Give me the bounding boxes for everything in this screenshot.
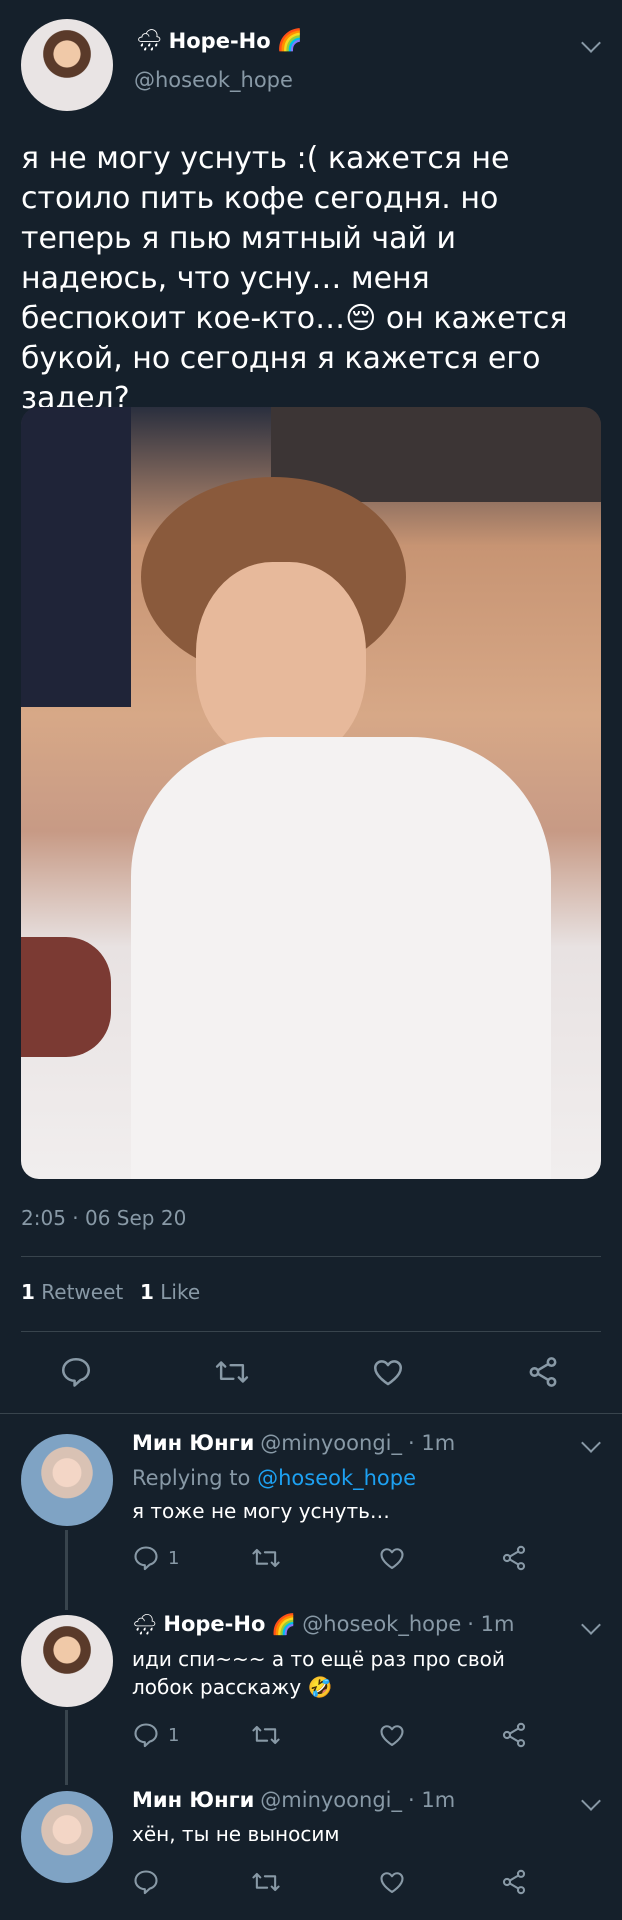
retweet-button[interactable] bbox=[213, 1355, 251, 1389]
like-icon bbox=[373, 1360, 403, 1386]
photo-window-dark bbox=[21, 407, 131, 707]
photo-face bbox=[196, 562, 366, 762]
divider bbox=[21, 1256, 601, 1257]
reply-count: 1 bbox=[168, 1724, 180, 1746]
likes-count: 1 bbox=[140, 1280, 154, 1304]
tweet-text: я не могу уснуть :( кажется не стоило пи… bbox=[21, 141, 568, 416]
divider bbox=[0, 1413, 622, 1414]
reply-author-name[interactable]: Мин Юнги bbox=[132, 1431, 254, 1455]
reply-author-name[interactable]: Мин Юнги bbox=[132, 1788, 254, 1812]
like-icon bbox=[380, 1548, 404, 1569]
reply-time[interactable]: · 1m bbox=[408, 1788, 455, 1812]
weather-emoji: 🌧 bbox=[132, 1612, 158, 1636]
retweet-icon bbox=[252, 1548, 280, 1568]
reply-button[interactable]: 1 bbox=[132, 1721, 179, 1749]
reply-text: иди спи~~~ а то ещё раз про свой лобок р… bbox=[132, 1647, 505, 1699]
chevron-down-icon[interactable] bbox=[581, 1433, 601, 1453]
reply-button[interactable] bbox=[59, 1355, 93, 1389]
reply-author-handle[interactable]: @hoseok_hope bbox=[302, 1612, 461, 1636]
share-icon bbox=[502, 1545, 526, 1571]
like-button[interactable] bbox=[377, 1868, 407, 1900]
like-button[interactable] bbox=[377, 1721, 407, 1753]
author-name: Hope-Ho bbox=[168, 28, 271, 53]
photo-robe bbox=[131, 737, 551, 1179]
like-button[interactable] bbox=[370, 1355, 406, 1389]
share-button[interactable] bbox=[500, 1721, 528, 1753]
rainbow-emoji: 🌈 bbox=[276, 28, 303, 52]
reply-button[interactable]: 1 bbox=[132, 1544, 179, 1572]
chevron-down-icon[interactable] bbox=[581, 1615, 601, 1635]
like-button[interactable] bbox=[377, 1544, 407, 1576]
retweet-icon bbox=[252, 1725, 280, 1745]
author-name-row[interactable]: 🌧 Hope-Ho 🌈 bbox=[136, 28, 303, 53]
reply-actions: 1 bbox=[132, 1544, 532, 1578]
like-icon bbox=[380, 1872, 404, 1893]
reply-avatar[interactable] bbox=[21, 1615, 113, 1707]
reply-actions bbox=[132, 1868, 532, 1902]
reply-header: Мин Юнги @minyoongi_ · 1m bbox=[132, 1788, 455, 1812]
retweet-button[interactable] bbox=[250, 1544, 282, 1576]
likes-stat[interactable]: 1 Like bbox=[140, 1280, 200, 1304]
retweets-count: 1 bbox=[21, 1280, 35, 1304]
reply-header: Мин Юнги @minyoongi_ · 1m bbox=[132, 1431, 455, 1455]
reply-time[interactable]: · 1m bbox=[467, 1612, 514, 1636]
thread-line bbox=[65, 1710, 68, 1785]
reply-text: я тоже не могу уснуть… bbox=[132, 1499, 390, 1523]
author-handle[interactable]: @hoseok_hope bbox=[134, 68, 293, 92]
reply-text: хён, ты не выносим bbox=[132, 1822, 340, 1846]
share-icon bbox=[502, 1869, 526, 1895]
share-button[interactable] bbox=[500, 1868, 528, 1900]
reply-author-handle[interactable]: @minyoongi_ bbox=[260, 1788, 402, 1812]
retweet-icon bbox=[215, 1361, 249, 1383]
reply-author-name[interactable]: Hope-Ho bbox=[163, 1612, 265, 1636]
replying-to: Replying to @hoseok_hope bbox=[132, 1466, 416, 1490]
reply-author-handle[interactable]: @minyoongi_ bbox=[260, 1431, 402, 1455]
reply-icon bbox=[134, 1723, 158, 1748]
divider bbox=[21, 1331, 601, 1332]
share-icon bbox=[529, 1357, 557, 1387]
author-avatar[interactable] bbox=[21, 19, 113, 111]
weather-emoji: 🌧 bbox=[136, 28, 163, 52]
reply-header: 🌧 Hope-Ho 🌈 @hoseok_hope · 1m bbox=[132, 1612, 514, 1636]
rainbow-emoji: 🌈 bbox=[271, 1612, 297, 1636]
tweet-photo[interactable] bbox=[21, 407, 601, 1179]
reply-avatar[interactable] bbox=[21, 1434, 113, 1526]
reply-actions: 1 bbox=[132, 1721, 532, 1755]
photo-cup bbox=[21, 937, 111, 1057]
chevron-down-icon[interactable] bbox=[581, 1791, 601, 1811]
reply-icon bbox=[134, 1546, 158, 1571]
retweet-button[interactable] bbox=[250, 1721, 282, 1753]
reply-time[interactable]: · 1m bbox=[408, 1431, 455, 1455]
thread-line bbox=[65, 1530, 68, 1610]
likes-label: Like bbox=[160, 1280, 201, 1304]
share-button[interactable] bbox=[526, 1355, 560, 1389]
retweet-button[interactable] bbox=[250, 1868, 282, 1900]
share-button[interactable] bbox=[500, 1544, 528, 1576]
reply-button[interactable] bbox=[132, 1868, 160, 1900]
reply-count: 1 bbox=[168, 1547, 180, 1569]
reply-avatar[interactable] bbox=[21, 1791, 113, 1883]
like-icon bbox=[380, 1725, 404, 1746]
reply-icon bbox=[134, 1870, 158, 1895]
tweet-timestamp[interactable]: 2:05 · 06 Sep 20 bbox=[21, 1206, 186, 1230]
share-icon bbox=[502, 1722, 526, 1748]
retweets-label: Retweet bbox=[41, 1280, 124, 1304]
retweet-icon bbox=[252, 1872, 280, 1892]
chevron-down-icon[interactable] bbox=[581, 33, 601, 53]
reply-icon bbox=[61, 1357, 91, 1387]
retweets-stat[interactable]: 1 Retweet bbox=[21, 1280, 123, 1304]
replying-prefix: Replying to bbox=[132, 1466, 251, 1490]
replying-handle-link[interactable]: @hoseok_hope bbox=[257, 1466, 416, 1490]
